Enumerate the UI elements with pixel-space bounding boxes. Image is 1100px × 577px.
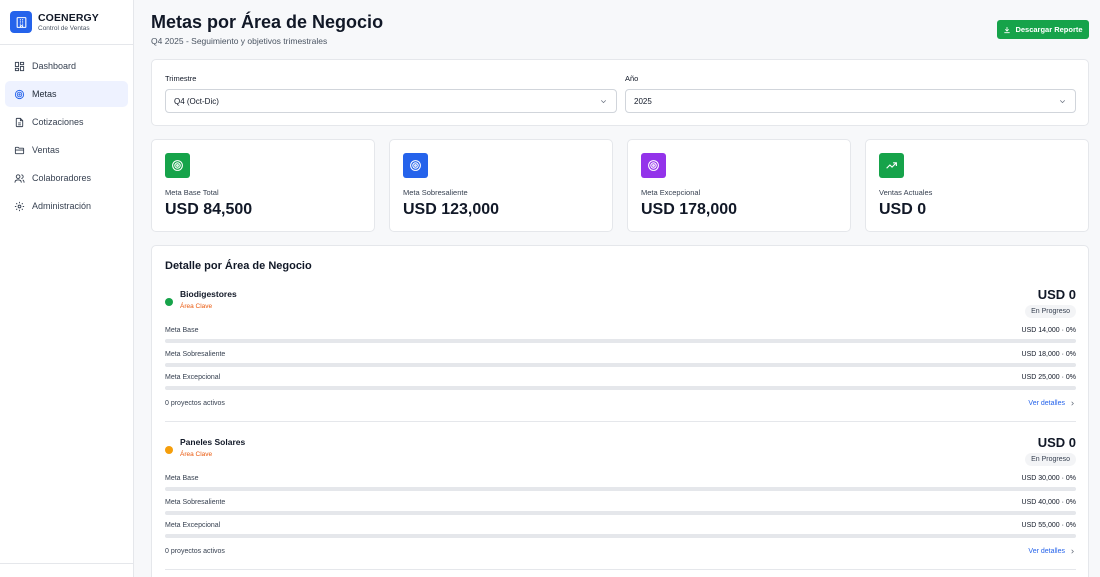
- sidebar-divider: [0, 563, 133, 564]
- meta-value: USD 30,000 · 0%: [1021, 475, 1076, 482]
- area-biodigestores: Biodigestores Área Clave USD 0 En Progre…: [165, 287, 1076, 422]
- sidebar-item-label: Dashboard: [32, 61, 77, 71]
- gear-icon: [14, 201, 25, 211]
- stat-value: USD 0: [879, 201, 927, 218]
- view-details-link[interactable]: Ver detalles: [1028, 400, 1076, 407]
- trending-up-icon: [879, 153, 904, 178]
- area-tag: Área Clave: [180, 451, 213, 458]
- stat-label: Meta Excepcional: [641, 188, 701, 197]
- target-icon: [403, 153, 428, 178]
- folder-icon: [14, 146, 25, 154]
- stat-value: USD 123,000: [403, 201, 500, 218]
- detail-card: Detalle por Área de Negocio Biodigestore…: [151, 245, 1089, 577]
- quarter-label: Trimestre: [165, 74, 197, 83]
- area-name: Biodigestores: [180, 289, 237, 299]
- sidebar-item-metas[interactable]: Metas: [5, 81, 128, 107]
- meta-label: Meta Base: [165, 475, 199, 482]
- status-badge: En Progreso: [1025, 453, 1076, 466]
- document-icon: [15, 117, 24, 127]
- quarter-select[interactable]: Q4 (Oct-Dic): [165, 89, 617, 113]
- meta-label: Meta Excepcional: [165, 522, 221, 529]
- stat-value: USD 84,500: [165, 201, 253, 218]
- area-divider: [165, 421, 1076, 422]
- stat-label: Meta Base Total: [165, 188, 219, 197]
- sidebar-item-label: Colaboradores: [32, 173, 92, 183]
- meta-value: USD 14,000 · 0%: [1021, 327, 1076, 334]
- view-details-link[interactable]: Ver detalles: [1028, 548, 1076, 555]
- filters-card: Trimestre Q4 (Oct-Dic) Año 2025: [151, 59, 1089, 126]
- sidebar-item-label: Ventas: [32, 145, 60, 155]
- sidebar: COENERGY Control de Ventas Dashboard Met…: [0, 0, 134, 577]
- active-projects: 0 proyectos activos: [165, 400, 225, 407]
- sidebar-item-dashboard[interactable]: Dashboard: [5, 53, 128, 79]
- stat-card-ventas-actuales: Ventas Actuales USD 0: [865, 139, 1089, 232]
- year-select[interactable]: 2025: [625, 89, 1076, 113]
- meta-value: USD 40,000 · 0%: [1021, 499, 1076, 506]
- meta-label: Meta Excepcional: [165, 374, 221, 381]
- area-paneles-solares: Paneles Solares Área Clave USD 0 En Prog…: [165, 435, 1076, 570]
- page-header: Metas por Área de Negocio Q4 2025 - Segu…: [151, 11, 383, 46]
- sidebar-item-label: Administración: [32, 201, 92, 211]
- progress-bar: [165, 487, 1076, 491]
- view-details-label: Ver detalles: [1028, 548, 1065, 555]
- progress-bar: [165, 386, 1076, 390]
- meta-value: USD 55,000 · 0%: [1021, 522, 1076, 529]
- year-select-value: 2025: [634, 96, 652, 106]
- area-status-dot: [165, 446, 173, 454]
- sidebar-item-administracion[interactable]: Administración: [5, 193, 128, 219]
- brand-subtitle: Control de Ventas: [38, 24, 90, 32]
- download-icon: [1004, 26, 1011, 33]
- meta-value: USD 18,000 · 0%: [1021, 351, 1076, 358]
- sidebar-item-label: Cotizaciones: [32, 117, 84, 127]
- quarter-select-value: Q4 (Oct-Dic): [174, 96, 219, 106]
- chevron-down-icon: [1059, 100, 1066, 104]
- area-status-dot: [165, 298, 173, 306]
- stat-card-meta-sobresaliente: Meta Sobresaliente USD 123,000: [389, 139, 613, 232]
- progress-bar: [165, 339, 1076, 343]
- view-details-label: Ver detalles: [1028, 400, 1065, 407]
- progress-bar: [165, 511, 1076, 515]
- sidebar-item-colaboradores[interactable]: Colaboradores: [5, 165, 128, 191]
- chevron-down-icon: [600, 100, 607, 104]
- stat-card-meta-base: Meta Base Total USD 84,500: [151, 139, 375, 232]
- chevron-right-icon: [1071, 401, 1074, 406]
- sidebar-item-ventas[interactable]: Ventas: [5, 137, 128, 163]
- stat-value: USD 178,000: [641, 201, 738, 218]
- page-subtitle: Q4 2025 - Seguimiento y objetivos trimes…: [151, 36, 328, 46]
- meta-label: Meta Base: [165, 327, 199, 334]
- active-projects: 0 proyectos activos: [165, 548, 225, 555]
- target-icon: [165, 153, 190, 178]
- meta-value: USD 25,000 · 0%: [1021, 374, 1076, 381]
- stat-label: Meta Sobresaliente: [403, 188, 468, 197]
- brand-name: COENERGY: [38, 11, 99, 24]
- sidebar-item-cotizaciones[interactable]: Cotizaciones: [5, 109, 128, 135]
- brand: COENERGY Control de Ventas: [0, 0, 133, 45]
- users-icon: [14, 173, 25, 183]
- building-icon: [10, 11, 32, 33]
- area-divider: [165, 569, 1076, 570]
- detail-title: Detalle por Área de Negocio: [165, 260, 312, 272]
- status-badge: En Progreso: [1025, 305, 1076, 318]
- progress-bar: [165, 534, 1076, 538]
- dashboard-icon: [14, 61, 25, 71]
- chevron-right-icon: [1071, 549, 1074, 554]
- area-name: Paneles Solares: [180, 437, 246, 447]
- target-icon: [14, 89, 25, 99]
- area-total: USD 0: [1037, 435, 1076, 450]
- area-tag: Área Clave: [180, 303, 213, 310]
- sidebar-nav: Dashboard Metas Cotizaciones Ventas Cola…: [0, 45, 133, 229]
- stat-label: Ventas Actuales: [879, 188, 933, 197]
- year-label: Año: [625, 74, 639, 83]
- area-total: USD 0: [1037, 287, 1076, 302]
- sidebar-item-label: Metas: [32, 89, 57, 99]
- stat-card-meta-excepcional: Meta Excepcional USD 178,000: [627, 139, 851, 232]
- meta-label: Meta Sobresaliente: [165, 351, 226, 358]
- progress-bar: [165, 363, 1076, 367]
- page-title: Metas por Área de Negocio: [151, 12, 384, 32]
- meta-label: Meta Sobresaliente: [165, 499, 226, 506]
- download-report-button[interactable]: Descargar Reporte: [997, 20, 1089, 39]
- download-report-label: Descargar Reporte: [1015, 25, 1083, 34]
- target-icon: [641, 153, 666, 178]
